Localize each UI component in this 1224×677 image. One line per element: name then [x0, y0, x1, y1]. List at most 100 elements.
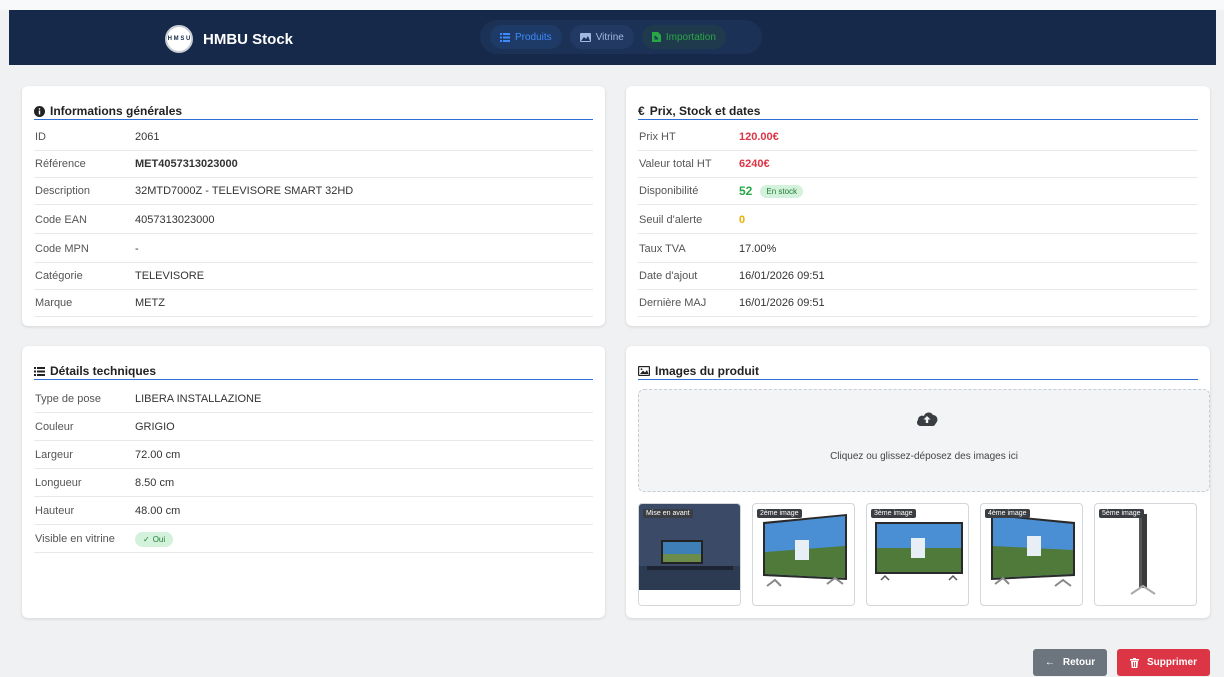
- row-label: Seuil d'alerte: [639, 214, 703, 226]
- info-row-category: Catégorie TELEVISORE: [34, 263, 593, 290]
- row-value: TELEVISORE: [135, 270, 205, 282]
- image-thumb-5[interactable]: 5ème image: [1094, 503, 1197, 606]
- images-card: Images du produit Cliquez ou glissez-dép…: [626, 346, 1210, 618]
- images-title-text: Images du produit: [655, 364, 760, 378]
- tech-row-pose: Type de pose LIBERA INSTALLAZIONE: [34, 386, 593, 413]
- row-value: 17.00%: [739, 243, 777, 255]
- brand[interactable]: H M S U HMBU Stock: [165, 25, 293, 53]
- delete-button[interactable]: Supprimer: [1117, 649, 1210, 676]
- pricing-card: € Prix, Stock et dates Prix HT 120.00€ Va…: [626, 86, 1210, 326]
- price-row-tva: Taux TVA 17.00%: [638, 236, 1198, 263]
- image-dropzone[interactable]: Cliquez ou glissez-déposez des images ic…: [638, 389, 1210, 492]
- pricing-title: € Prix, Stock et dates: [638, 102, 1198, 120]
- image-thumb-3[interactable]: 3ème image: [866, 503, 969, 606]
- row-value: 2061: [135, 131, 160, 143]
- check-icon: ✓: [143, 534, 150, 544]
- delete-button-label: Supprimer: [1146, 657, 1197, 668]
- image-thumb-1[interactable]: Mise en avant: [638, 503, 741, 606]
- general-info-title-text: Informations générales: [50, 104, 183, 118]
- info-row-ean: Code EAN 4057313023000: [34, 207, 593, 234]
- title-underline: [638, 379, 1198, 380]
- row-value: 16/01/2026 09:51: [739, 270, 825, 282]
- tech-row-color: Couleur GRIGIO: [34, 414, 593, 441]
- images-title: Images du produit: [638, 362, 1198, 380]
- product-image: [991, 514, 1075, 587]
- tab-vitrine-label: Vitrine: [595, 31, 624, 43]
- price-row-threshold: Seuil d'alerte 0: [638, 207, 1198, 234]
- image-icon: [579, 32, 591, 42]
- trash-icon: [1129, 657, 1139, 668]
- euro-icon: €: [638, 104, 645, 118]
- browser-top-strip: [0, 0, 1224, 10]
- image-thumb-4[interactable]: 4ème image: [980, 503, 1083, 606]
- row-value: 4057313023000: [135, 214, 215, 226]
- tech-row-width: Largeur 72.00 cm: [34, 442, 593, 469]
- technical-title-text: Détails techniques: [50, 364, 157, 378]
- cloud-upload-icon: [917, 412, 938, 426]
- row-value: 32MTD7000Z - TELEVISORE SMART 32HD: [135, 185, 354, 197]
- row-label: Disponibilité: [639, 185, 699, 197]
- info-circle-icon: [34, 105, 45, 117]
- row-value: 16/01/2026 09:51: [739, 297, 825, 309]
- logo-text: H M S U: [167, 36, 191, 42]
- row-label: Description: [35, 185, 91, 197]
- tab-importation-label: Importation: [665, 31, 716, 43]
- visible-badge-text: Oui: [152, 534, 166, 544]
- row-value: 120.00€: [739, 131, 779, 143]
- tech-row-height: Hauteur 48.00 cm: [34, 498, 593, 525]
- image-thumb-2[interactable]: 2ème image: [752, 503, 855, 606]
- tab-produits[interactable]: Produits: [490, 25, 562, 49]
- tab-vitrine[interactable]: Vitrine: [569, 25, 634, 49]
- row-value: 72.00 cm: [135, 449, 181, 461]
- tab-importation[interactable]: Importation: [641, 25, 726, 49]
- title-underline: [34, 119, 593, 120]
- row-label: Prix HT: [639, 131, 676, 143]
- row-label: Couleur: [35, 421, 74, 433]
- info-row-reference: Référence MET4057313023000: [34, 151, 593, 178]
- file-import-icon: [651, 32, 661, 42]
- status-badge: En stock: [760, 184, 804, 198]
- image-tag: 4ème image: [985, 509, 1030, 518]
- price-row-updated: Dernière MAJ 16/01/2026 09:51: [638, 290, 1198, 317]
- info-row-description: Description 32MTD7000Z - TELEVISORE SMART…: [34, 178, 593, 205]
- title-underline: [34, 379, 593, 380]
- price-row-total: Valeur total HT 6240€: [638, 151, 1198, 178]
- row-value: 52: [739, 184, 753, 198]
- row-value: 8.50 cm: [135, 477, 175, 489]
- row-label: Catégorie: [35, 270, 83, 282]
- dropzone-text: Cliquez ou glissez-déposez des images ic…: [830, 451, 1018, 462]
- image-tag: Mise en avant: [643, 509, 693, 518]
- row-value: -: [135, 243, 139, 255]
- row-label: Marque: [35, 297, 73, 309]
- row-value: 6240€: [739, 158, 770, 170]
- row-label: Visible en vitrine: [35, 533, 115, 545]
- general-info-card: Informations générales ID 2061 Référence M…: [22, 86, 605, 326]
- image-tag: 3ème image: [871, 509, 916, 518]
- product-image: [1130, 514, 1156, 595]
- row-value: 0: [739, 214, 746, 226]
- info-row-mpn: Code MPN -: [34, 236, 593, 263]
- back-button-label: Retour: [1062, 657, 1096, 668]
- row-label: Dernière MAJ: [639, 297, 707, 309]
- general-info-title: Informations générales: [34, 102, 593, 120]
- price-row-ht: Prix HT 120.00€: [638, 124, 1198, 151]
- images-icon: [638, 366, 650, 376]
- visible-badge: ✓ Oui: [135, 531, 174, 547]
- info-row-id: ID 2061: [34, 124, 593, 151]
- tech-row-length: Longueur 8.50 cm: [34, 470, 593, 497]
- row-label: Code MPN: [35, 243, 89, 255]
- row-label: Longueur: [35, 477, 82, 489]
- row-label: Référence: [35, 158, 86, 170]
- back-button[interactable]: ← Retour: [1033, 649, 1107, 676]
- list-icon: [34, 366, 45, 376]
- info-row-brand: Marque METZ: [34, 290, 593, 317]
- row-value: METZ: [135, 297, 165, 309]
- row-value: LIBERA INSTALLAZIONE: [135, 393, 262, 405]
- nav-tabs: Produits Vitrine Importation: [480, 20, 762, 54]
- image-tag: 2ème image: [757, 509, 802, 518]
- row-label: Code EAN: [35, 214, 87, 226]
- product-image: [763, 514, 847, 587]
- technical-title: Détails techniques: [34, 362, 593, 380]
- list-icon: [500, 32, 510, 42]
- row-label: ID: [35, 131, 46, 143]
